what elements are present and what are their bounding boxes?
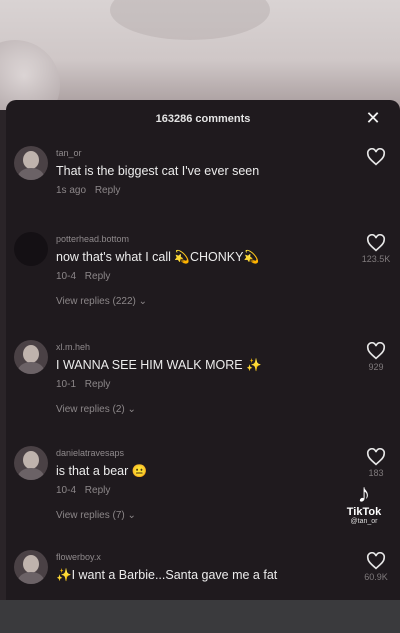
comment-time: 1s ago (56, 185, 87, 196)
reply-button[interactable]: Reply (85, 271, 111, 282)
view-replies-link[interactable]: View replies (7) ⌄ (56, 510, 346, 521)
heart-outline-icon[interactable] (366, 342, 386, 360)
avatar[interactable] (14, 146, 48, 180)
avatar[interactable] (14, 446, 48, 480)
comment-username[interactable]: danielatravesaps (56, 446, 346, 460)
heart-outline-icon[interactable] (366, 552, 386, 570)
comments-header: 163286 comments ✕ (6, 100, 400, 138)
like-area: 929 (358, 342, 394, 372)
like-count: 183 (368, 468, 384, 478)
comment-username[interactable]: tan_or (56, 146, 346, 160)
reply-button[interactable]: Reply (95, 185, 121, 196)
like-area: 60.9K (358, 552, 394, 582)
comment-username[interactable]: potterhead.bottom (56, 232, 346, 246)
like-count: 929 (368, 362, 384, 372)
comment-username[interactable]: xl.m.heh (56, 340, 346, 354)
heart-outline-icon[interactable] (366, 448, 386, 466)
tiktok-name: TikTok (346, 506, 382, 518)
video-background (0, 0, 400, 110)
view-replies-link[interactable]: View replies (222) ⌄ (56, 296, 346, 307)
comment-time: 10-4 (56, 271, 77, 282)
like-count: 123.5K (361, 254, 391, 264)
comments-count-title: 163286 comments (155, 113, 251, 125)
comments-sheet: 163286 comments ✕ tan_or That is the big… (6, 100, 400, 600)
reply-button[interactable]: Reply (85, 485, 111, 496)
heart-outline-icon[interactable] (366, 234, 386, 252)
close-icon[interactable]: ✕ (364, 109, 382, 127)
comment-time: 10-4 (56, 485, 77, 496)
tiktok-handle: @tan_or (350, 518, 378, 525)
comment-input-bar[interactable] (0, 600, 400, 633)
tiktok-logo-icon: ♪ (357, 478, 371, 508)
avatar[interactable] (14, 550, 48, 584)
comment-text: is that a bear 😐 (56, 464, 148, 478)
like-area (358, 148, 394, 168)
comment-username[interactable]: flowerboy.x (56, 550, 346, 564)
tiktok-watermark: ♪ TikTok @tan_or (336, 480, 392, 525)
view-replies-link[interactable]: View replies (2) ⌄ (56, 404, 346, 415)
reply-button[interactable]: Reply (85, 379, 111, 390)
comment-text: ✨I want a Barbie...Santa gave me a fat (56, 568, 278, 582)
like-area: 123.5K (358, 234, 394, 264)
heart-outline-icon[interactable] (366, 148, 386, 166)
like-area: 183 (358, 448, 394, 478)
comment-text: now that's what I call 💫CHONKY💫 (56, 250, 260, 264)
like-count: 60.9K (364, 572, 388, 582)
avatar[interactable] (14, 232, 48, 266)
comment-text: That is the biggest cat I've ever seen (56, 164, 260, 178)
comment-text: I WANNA SEE HIM WALK MORE ✨ (56, 358, 262, 372)
avatar[interactable] (14, 340, 48, 374)
video-blur-shape (110, 0, 270, 40)
comment-time: 10-1 (56, 379, 77, 390)
